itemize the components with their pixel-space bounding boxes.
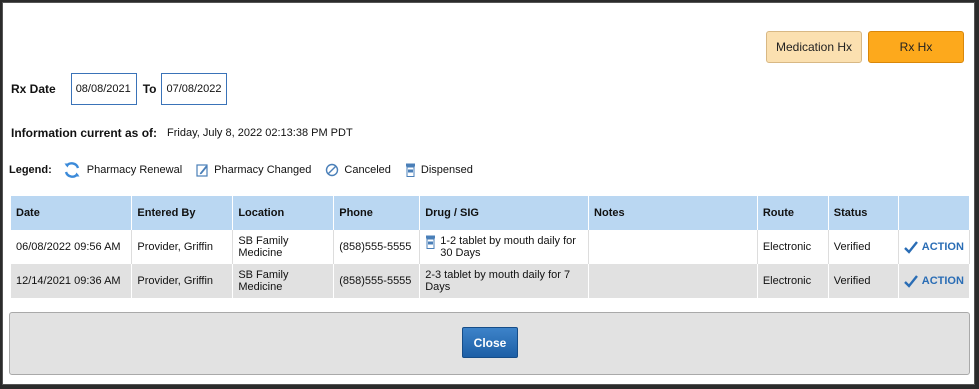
bottle-icon xyxy=(405,163,415,177)
cell-entered-by: Provider, Griffin xyxy=(131,230,234,264)
cell-phone: (858)555-5555 xyxy=(333,264,421,298)
cell-location: SB Family Medicine xyxy=(232,230,335,264)
column-header-date: Date xyxy=(11,196,133,230)
rx-date-from-input[interactable]: 08/08/2021 xyxy=(70,73,137,105)
info-current-label: Information current as of: xyxy=(11,126,158,140)
cell-location: SB Family Medicine xyxy=(232,264,335,298)
cell-date: 12/14/2021 09:36 AM xyxy=(11,264,133,298)
cell-entered-by: Provider, Griffin xyxy=(131,264,234,298)
legend-item-label: Pharmacy Renewal xyxy=(86,164,183,176)
column-header-route: Route xyxy=(757,196,829,230)
cell-status: Verified xyxy=(828,230,899,264)
action-button[interactable]: ACTION xyxy=(903,240,964,254)
action-label: ACTION xyxy=(921,275,964,287)
rx-date-label: Rx Date xyxy=(11,82,56,96)
action-label: ACTION xyxy=(921,241,964,253)
cell-drug-sig: 1-2 tablet by mouth daily for 30 Days xyxy=(419,230,590,264)
legend: Legend: Pharmacy Renewal Pharmacy Change… xyxy=(9,160,487,180)
cell-action: ACTION xyxy=(898,264,971,298)
history-toggle-group: Medication Hx Rx Hx xyxy=(766,31,964,63)
cell-date: 06/08/2022 09:56 AM xyxy=(11,230,133,264)
legend-item-renewal: Pharmacy Renewal xyxy=(62,160,182,180)
column-header-entered-by: Entered By xyxy=(131,196,234,230)
legend-item-label: Canceled xyxy=(344,164,391,176)
rx-date-range: Rx Date 08/08/2021 To 07/08/2022 xyxy=(11,73,228,105)
checkmark-icon xyxy=(903,274,918,288)
cell-phone: (858)555-5555 xyxy=(333,230,421,264)
rx-hx-button[interactable]: Rx Hx xyxy=(868,31,964,63)
cell-notes xyxy=(588,230,758,264)
rx-date-to-label: To xyxy=(142,82,157,96)
legend-item-canceled: Canceled xyxy=(325,163,391,177)
renewal-icon xyxy=(64,162,80,178)
column-header-location: Location xyxy=(232,196,335,230)
checkmark-icon xyxy=(903,240,918,254)
info-current-value: Friday, July 8, 2022 02:13:38 PM PDT xyxy=(167,127,353,139)
table-header-row: Date Entered By Location Phone Drug / SI… xyxy=(11,196,971,230)
legend-item-label: Dispensed xyxy=(420,164,473,176)
table-row: 12/14/2021 09:36 AM Provider, Griffin SB… xyxy=(11,264,971,298)
bottle-icon xyxy=(426,235,436,249)
edit-icon xyxy=(196,164,208,177)
drug-sig-text: 2-3 tablet by mouth daily for 7 Days xyxy=(425,269,571,293)
cell-status: Verified xyxy=(828,264,899,298)
column-header-drug-sig: Drug / SIG xyxy=(419,196,590,230)
legend-item-changed: Pharmacy Changed xyxy=(196,163,311,177)
rx-date-to-input[interactable]: 07/08/2022 xyxy=(161,73,228,105)
cell-drug-sig: 2-3 tablet by mouth daily for 7 Days xyxy=(419,264,590,298)
drug-sig-text: 1-2 tablet by mouth daily for 30 Days xyxy=(440,235,576,259)
cell-route: Electronic xyxy=(757,230,829,264)
cell-notes xyxy=(588,264,758,298)
legend-label: Legend: xyxy=(9,164,52,176)
column-header-phone: Phone xyxy=(333,196,421,230)
legend-item-dispensed: Dispensed xyxy=(405,163,473,177)
info-current: Information current as of: Friday, July … xyxy=(11,126,353,140)
column-header-action xyxy=(898,196,971,230)
rx-history-dialog: Medication Hx Rx Hx Rx Date 08/08/2021 T… xyxy=(2,2,975,385)
dialog-footer: Close xyxy=(9,312,970,375)
legend-item-label: Pharmacy Changed xyxy=(214,164,312,176)
cell-action: ACTION xyxy=(898,230,971,264)
close-button[interactable]: Close xyxy=(462,327,518,358)
column-header-notes: Notes xyxy=(588,196,758,230)
medication-hx-button[interactable]: Medication Hx xyxy=(766,31,862,63)
cancel-icon xyxy=(326,163,339,177)
action-button[interactable]: ACTION xyxy=(903,274,964,288)
table-row: 06/08/2022 09:56 AM Provider, Griffin SB… xyxy=(11,230,971,264)
cell-route: Electronic xyxy=(757,264,829,298)
rx-history-table: Date Entered By Location Phone Drug / SI… xyxy=(11,196,971,298)
column-header-status: Status xyxy=(828,196,899,230)
